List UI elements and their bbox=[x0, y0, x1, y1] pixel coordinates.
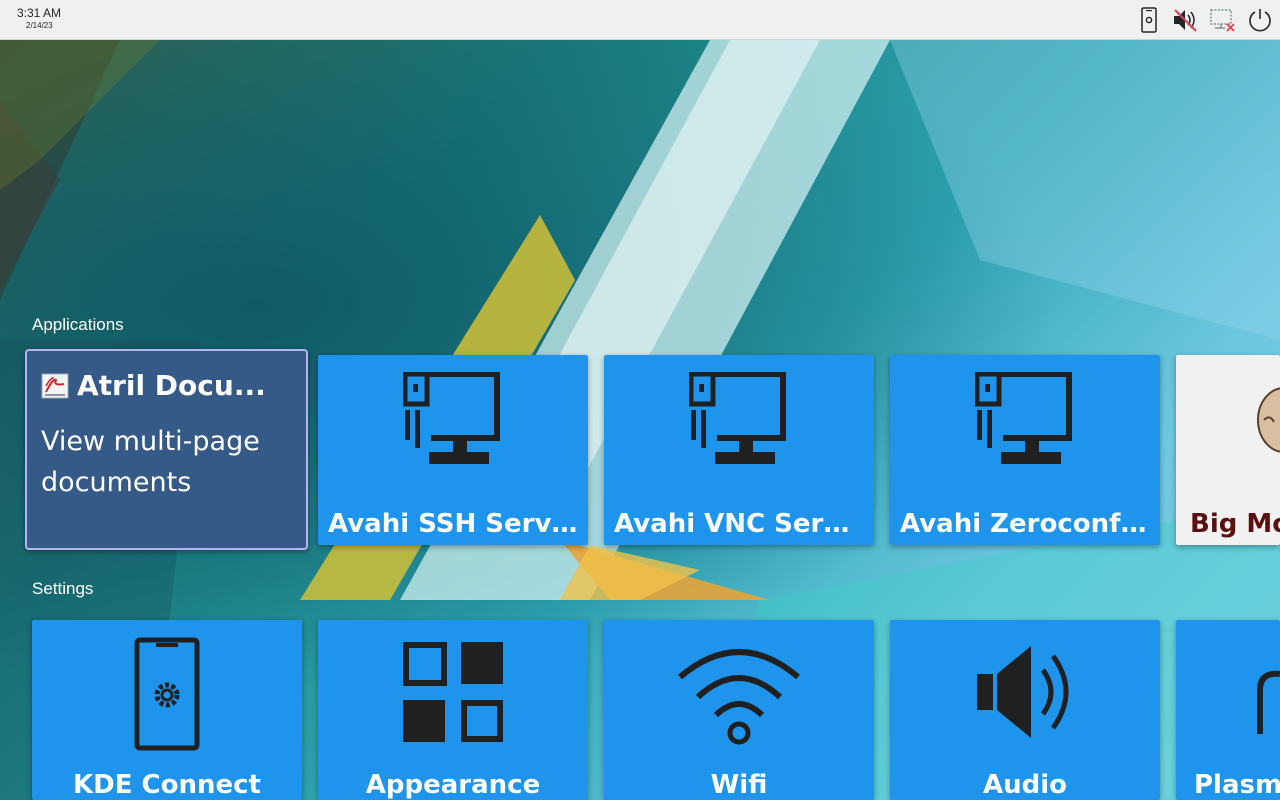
settings-tile-label: Appearance bbox=[365, 770, 541, 800]
settings-heading: Settings bbox=[32, 579, 94, 598]
settings-tile-label: Wifi bbox=[710, 770, 768, 800]
app-tile-label: Avahi VNC Serve... bbox=[614, 509, 864, 539]
app-tile-description: View multi-page documents bbox=[41, 426, 260, 498]
network-computer-icon bbox=[689, 372, 786, 464]
app-tile-big-mouth[interactable]: Big Mo bbox=[1176, 355, 1280, 545]
wifi-icon bbox=[678, 649, 800, 745]
settings-tile-audio[interactable]: Audio bbox=[890, 620, 1160, 800]
settings-tile-label: KDE Connect bbox=[73, 770, 261, 800]
big-mouth-icon bbox=[1257, 387, 1280, 453]
app-tile-label: Avahi SSH Server... bbox=[328, 509, 578, 539]
plasma-icon bbox=[1257, 670, 1280, 734]
app-tile-avahi-zeroconf[interactable]: Avahi Zeroconf ... bbox=[890, 355, 1160, 545]
volume-muted-icon[interactable] bbox=[1170, 5, 1200, 35]
applications-heading: Applications bbox=[32, 315, 124, 334]
app-tile-label: Big Mo bbox=[1190, 509, 1280, 539]
atril-document-icon bbox=[41, 372, 69, 400]
power-icon[interactable] bbox=[1245, 5, 1275, 35]
app-tile-atril[interactable]: Atril Docu... View multi-page documents bbox=[25, 349, 308, 550]
settings-tile-label: Audio bbox=[982, 770, 1068, 800]
network-disconnected-icon[interactable] bbox=[1208, 5, 1238, 35]
network-computer-icon bbox=[403, 372, 500, 464]
app-tile-avahi-vnc[interactable]: Avahi VNC Serve... bbox=[604, 355, 874, 545]
phone-gear-icon bbox=[134, 637, 200, 751]
clock-time: 3:31 AM bbox=[17, 6, 62, 20]
phone-settings-icon[interactable] bbox=[1134, 5, 1164, 35]
app-tile-label: Avahi Zeroconf ... bbox=[900, 509, 1150, 539]
app-tile-avahi-ssh[interactable]: Avahi SSH Server... bbox=[318, 355, 588, 545]
grid-squares-icon bbox=[403, 642, 503, 742]
app-tile-name: Atril Docu... bbox=[77, 369, 266, 402]
clock-date: 2/14/23 bbox=[26, 21, 53, 30]
settings-tile-wifi[interactable]: Wifi bbox=[604, 620, 874, 800]
clock[interactable]: 3:31 AM 2/14/23 bbox=[17, 6, 61, 31]
settings-tile-kde-connect[interactable]: KDE Connect bbox=[32, 620, 302, 800]
settings-tile-appearance[interactable]: Appearance bbox=[318, 620, 588, 800]
app-tile-title: Atril Docu... bbox=[41, 369, 294, 402]
speaker-icon bbox=[977, 646, 1069, 738]
top-panel: 3:31 AM 2/14/23 bbox=[0, 0, 1280, 40]
settings-tile-label: Plasma bbox=[1194, 770, 1280, 800]
network-computer-icon bbox=[975, 372, 1072, 464]
settings-tile-plasma[interactable]: Plasma bbox=[1176, 620, 1280, 800]
